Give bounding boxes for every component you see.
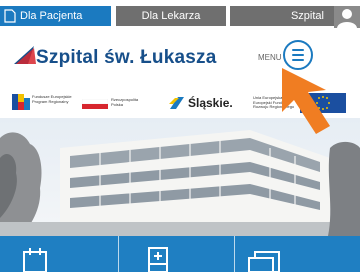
pointer-arrow-icon [282,68,330,134]
top-nav: Dla Pacjenta Dla Lekarza Szpital [0,0,360,30]
fundusze-text: Fundusze Europejskie Program Regionalny [32,94,72,104]
rzeczpospolita-text: Rzeczpospolita Polska [111,97,139,107]
documents-icon [248,251,280,272]
rzeczpospolita-flag [82,99,108,109]
tile-calculator[interactable] [119,236,234,272]
calculator-icon [148,247,168,272]
tab-szpital-label: Szpital [290,10,324,22]
tile-calendar[interactable] [0,236,118,272]
hamburger-bar [292,54,304,56]
site-logo-text[interactable]: Szpital św. Łukasza [36,47,217,69]
user-icon [337,9,357,28]
tab-dla-pacjenta-label: Dla Pacjenta [20,10,83,22]
fundusze-europejskie-logo [12,94,30,110]
tile-documents[interactable] [235,236,360,272]
calendar-icon [23,248,47,272]
document-icon [4,9,16,23]
tab-szpital[interactable]: Szpital [230,6,334,26]
menu-label: MENU [258,53,282,62]
fundusze-sub-label: Program Regionalny [32,98,69,104]
slaskie-logo [169,97,184,109]
tab-dla-lekarza[interactable]: Dla Lekarza [116,6,226,26]
hamburger-icon [292,49,304,51]
hamburger-bar [292,59,304,61]
bottom-tiles [0,236,360,272]
logo-icon [14,46,36,64]
user-account-button[interactable] [334,6,360,28]
slaskie-text: Śląskie. [188,96,233,110]
tab-dla-pacjenta[interactable]: Dla Pacjenta [0,6,111,26]
tab-dla-lekarza-label: Dla Lekarza [141,10,201,22]
